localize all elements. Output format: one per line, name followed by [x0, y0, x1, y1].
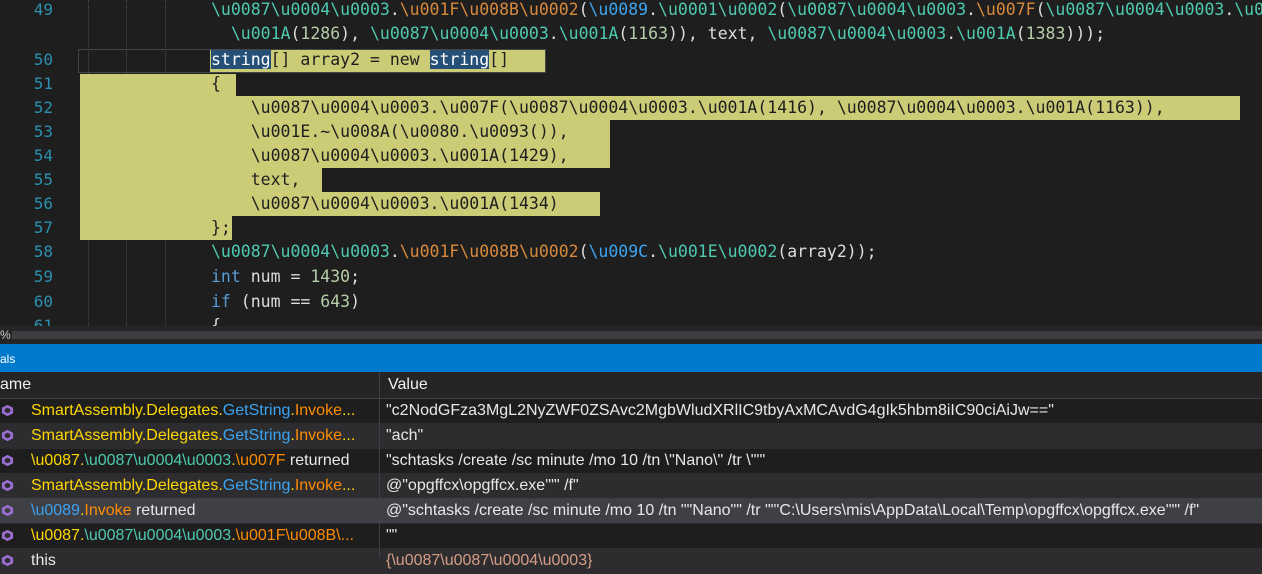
local-value: "": [386, 527, 398, 544]
horizontal-scrollbar[interactable]: [12, 331, 1262, 339]
local-name: this: [31, 552, 56, 569]
code-line-55: 55 text,: [0, 168, 1262, 192]
line-number: 53: [33, 122, 53, 141]
line-number: 57: [33, 218, 53, 237]
locals-panel-title[interactable]: als: [0, 344, 1262, 372]
code-line-61: 61 {: [0, 314, 1262, 326]
locals-row[interactable]: \u0087.\u0087\u0004\u0003.\u007F returne…: [0, 448, 1262, 474]
line-number: 54: [33, 146, 53, 165]
line-number: 50: [33, 50, 53, 69]
locals-row[interactable]: \u0087.\u0087\u0004\u0003.\u001F\u008B\.…: [0, 523, 1262, 549]
local-value: "ach": [386, 427, 424, 444]
local-name: SmartAssembly.Delegates.GetString.Invoke…: [31, 402, 356, 419]
line-code: };: [211, 218, 231, 237]
code-line-49: 49 \u0087\u0004\u0003.\u001F\u008B\u0002…: [0, 0, 1262, 22]
cube-icon: [1, 554, 14, 567]
local-value: @"opgffcx\opgffcx.exe'"" /f": [386, 477, 579, 494]
line-number: 51: [33, 74, 53, 93]
local-name: \u0089.Invoke returned: [31, 502, 196, 519]
local-name: \u0087.\u0087\u0004\u0003.\u001F\u008B\.…: [31, 527, 354, 544]
locals-row[interactable]: this {\u0087\u0087\u0004\u0003}: [0, 548, 1262, 574]
local-value: @"schtasks /create /sc minute /mo 10 /tn…: [386, 502, 1200, 519]
panel-title-text: als: [0, 352, 16, 366]
line-code: \u0087\u0004\u0003.\u001F\u008B\u0002(\u…: [211, 242, 877, 261]
code-line-51: 51 {: [0, 72, 1262, 96]
code-line-52: 52 \u0087\u0004\u0003.\u007F(\u0087\u000…: [0, 96, 1262, 120]
line-code: text,: [211, 170, 301, 189]
code-line-50: 50 string[] array2 = new string[]: [0, 48, 1262, 72]
line-code: \u001A(1286), \u0087\u0004\u0003.\u001A(…: [230, 24, 1106, 43]
line-code: \u0087\u0004\u0003.\u007F(\u0087\u0004\u…: [211, 98, 1165, 117]
locals-table-header: ame Value: [0, 372, 1262, 399]
line-code: int num = 1430;: [211, 267, 361, 286]
line-code: \u0087\u0004\u0003.\u001A(1429),: [211, 146, 569, 165]
cube-icon: [1, 529, 14, 542]
code-line-59: 59 int num = 1430;: [0, 265, 1262, 289]
code-line-54: 54 \u0087\u0004\u0003.\u001A(1429),: [0, 144, 1262, 168]
line-code: string[] array2 = new string[]: [211, 50, 510, 69]
cube-icon: [1, 479, 14, 492]
line-code: if (num == 643): [211, 292, 361, 311]
cube-icon: [1, 404, 14, 417]
cube-icon: [1, 429, 14, 442]
line-number: 56: [33, 194, 53, 213]
locals-row[interactable]: SmartAssembly.Delegates.GetString.Invoke…: [0, 473, 1262, 499]
local-name: SmartAssembly.Delegates.GetString.Invoke…: [31, 427, 356, 444]
locals-row[interactable]: SmartAssembly.Delegates.GetString.Invoke…: [0, 398, 1262, 424]
line-code: \u0087\u0004\u0003.\u001A(1434): [211, 194, 559, 213]
line-code: \u001E.~\u008A(\u0080.\u0093()),: [211, 122, 569, 141]
line-code: {: [211, 316, 221, 326]
code-line-49-wrap: \u001A(1286), \u0087\u0004\u0003.\u001A(…: [0, 22, 1262, 46]
line-number: 61: [33, 316, 53, 326]
zoom-level[interactable]: %: [0, 326, 11, 344]
line-code: {: [211, 74, 221, 93]
line-number: 55: [33, 170, 53, 189]
locals-row[interactable]: SmartAssembly.Delegates.GetString.Invoke…: [0, 423, 1262, 449]
line-number: 59: [33, 267, 53, 286]
line-number: 60: [33, 292, 53, 311]
local-value: {\u0087\u0087\u0004\u0003}: [386, 552, 593, 569]
code-line-60: 60 if (num == 643): [0, 290, 1262, 314]
column-header-value[interactable]: Value: [388, 372, 428, 398]
line-number: 49: [33, 0, 53, 19]
line-code: \u0087\u0004\u0003.\u001F\u008B\u0002(\u…: [211, 0, 1262, 19]
code-line-57: 57 };: [0, 216, 1262, 240]
code-editor[interactable]: 49 \u0087\u0004\u0003.\u001F\u008B\u0002…: [0, 0, 1262, 326]
cube-icon: [1, 504, 14, 517]
code-line-56: 56 \u0087\u0004\u0003.\u001A(1434): [0, 192, 1262, 216]
code-line-58: 58 \u0087\u0004\u0003.\u001F\u008B\u0002…: [0, 240, 1262, 264]
local-name: \u0087.\u0087\u0004\u0003.\u007F returne…: [31, 452, 350, 469]
line-number: 58: [33, 242, 53, 261]
line-number: 52: [33, 98, 53, 117]
local-value: "c2NodGFza3MgL2NyZWF0ZSAvc2MgbWludXRlIC9…: [386, 402, 1054, 419]
code-line-53: 53 \u001E.~\u008A(\u0080.\u0093()),: [0, 120, 1262, 144]
local-name: SmartAssembly.Delegates.GetString.Invoke…: [31, 477, 356, 494]
locals-row-selected[interactable]: \u0089.Invoke returned @"schtasks /creat…: [0, 498, 1262, 524]
column-splitter[interactable]: [379, 372, 380, 558]
column-header-name[interactable]: ame: [0, 372, 31, 398]
cube-icon: [1, 454, 14, 467]
local-value: "schtasks /create /sc minute /mo 10 /tn …: [386, 452, 766, 469]
